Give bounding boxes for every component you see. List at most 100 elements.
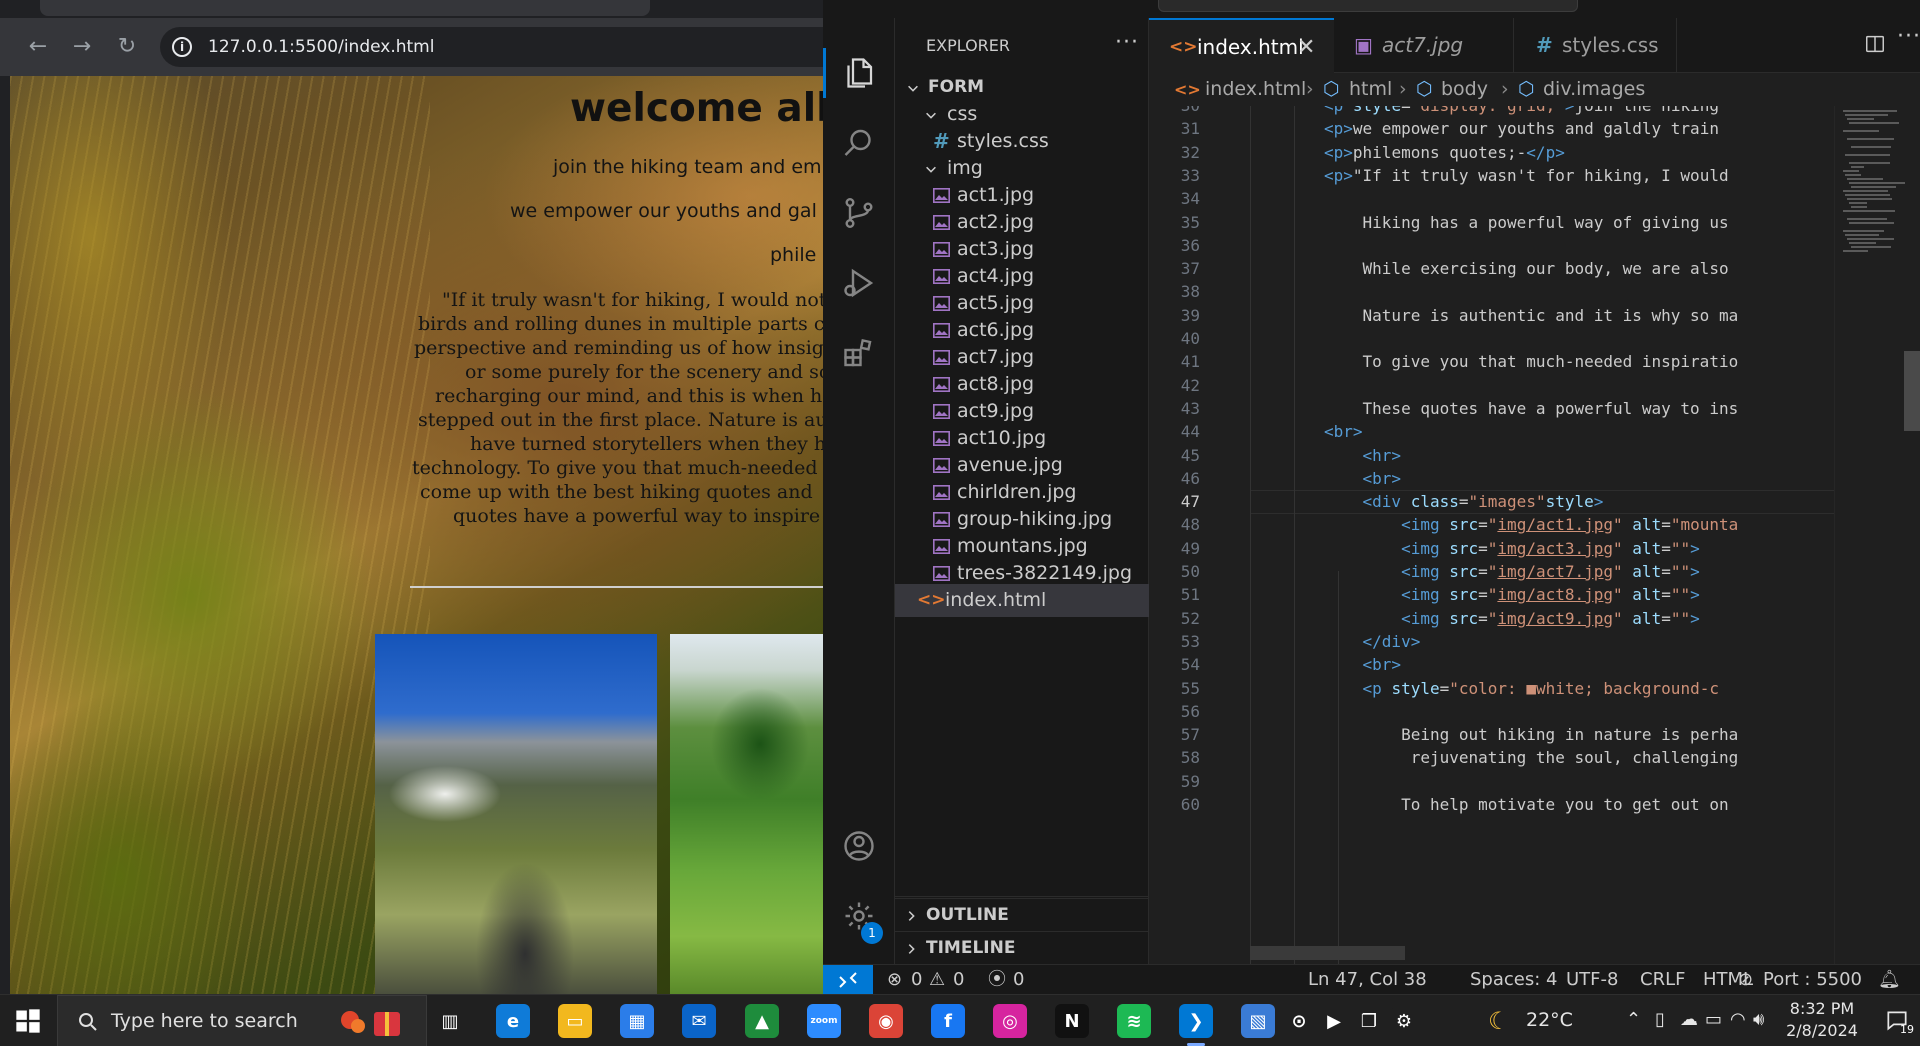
command-center[interactable]	[1158, 0, 1578, 12]
clock-time[interactable]: 8:32 PM	[1782, 999, 1862, 1018]
code-line: rejuvenating the soul, challenging	[1324, 748, 1739, 767]
image-file-icon	[933, 269, 950, 284]
address-bar[interactable]: i 127.0.0.1:5500/index.html	[160, 27, 823, 67]
file-explorer-icon[interactable]: ▭	[558, 1004, 592, 1038]
image-file-icon	[933, 404, 950, 419]
quote-line: perspective and reminding us of how insi…	[414, 337, 823, 359]
file-index-html[interactable]: <> index.html	[895, 584, 1149, 617]
more-actions-icon[interactable]: ···	[1115, 30, 1139, 55]
files-icon[interactable]: ❐	[1355, 1007, 1383, 1035]
line-number: 58	[1180, 748, 1200, 767]
breadcrumb-item[interactable]: div.images	[1543, 73, 1645, 106]
tab-styles-css[interactable]: # styles.css	[1514, 18, 1677, 73]
notification-count: 19	[1900, 1023, 1914, 1036]
facebook-icon[interactable]: f	[931, 1004, 965, 1038]
settings-gear-icon[interactable]: 1	[823, 886, 895, 946]
task-view-icon[interactable]: ▥	[433, 1004, 467, 1038]
cloud-icon[interactable]: ☁	[1680, 1009, 1698, 1030]
site-info-icon[interactable]: i	[172, 37, 192, 57]
account-icon[interactable]	[823, 816, 895, 876]
line-number: 53	[1180, 632, 1200, 651]
browser-window: ← → ↻ i 127.0.0.1:5500/index.html welcom…	[0, 0, 823, 994]
code-line: <div class="images"style>	[1362, 492, 1604, 511]
chevron-up-icon[interactable]: ⌃	[1626, 1009, 1641, 1030]
error-count[interactable]: 0	[911, 965, 922, 994]
device-icon[interactable]: ▯	[1655, 1009, 1665, 1030]
breadcrumb-item[interactable]: html	[1349, 73, 1392, 106]
more-actions-icon[interactable]: ···	[1897, 24, 1920, 49]
breadcrumb: <> index.html › ⬡ html › ⬡ body › ⬡ div.…	[1149, 73, 1920, 106]
line-number: 60	[1180, 795, 1200, 814]
speaker-icon[interactable]: 🔊︎	[1753, 1009, 1764, 1030]
reload-icon[interactable]: ↻	[112, 32, 142, 62]
close-icon[interactable]: ✕	[1297, 20, 1315, 75]
line-number: 48	[1180, 515, 1200, 534]
wifi-icon[interactable]: ◠	[1730, 1009, 1746, 1030]
mail-icon[interactable]: ✉	[682, 1004, 716, 1038]
minimap-line	[1845, 194, 1890, 196]
vscode-icon[interactable]: ❯	[1179, 1004, 1213, 1038]
minimap-line	[1843, 170, 1860, 172]
video-icon[interactable]: ▶	[1320, 1007, 1348, 1035]
minimap-line	[1847, 178, 1883, 180]
quote-line: recharging our mind, and this is when h	[435, 385, 823, 407]
spotify-icon[interactable]: ≋	[1117, 1004, 1151, 1038]
line-number: 36	[1180, 236, 1200, 255]
windows-start-icon[interactable]	[14, 1007, 42, 1035]
line-number: 57	[1180, 725, 1200, 744]
vertical-scrollbar[interactable]	[1904, 351, 1920, 431]
horizontal-scrollbar[interactable]	[1250, 946, 1405, 960]
line-number: 55	[1180, 679, 1200, 698]
instagram-icon[interactable]: ◎	[993, 1004, 1027, 1038]
taskbar-search[interactable]: Type here to search	[57, 995, 427, 1046]
warning-count[interactable]: 0	[953, 965, 964, 994]
clock-date[interactable]: 2/8/2024	[1782, 1021, 1862, 1040]
run-debug-icon[interactable]	[823, 253, 895, 313]
settings-icon[interactable]: ⚙	[1390, 1007, 1418, 1035]
notification-bell-icon[interactable]: 🔔︎	[1878, 965, 1901, 994]
tab-act7-jpg[interactable]: ▣ act7.jpg	[1334, 18, 1514, 73]
remote-button[interactable]	[823, 965, 873, 994]
outline-section[interactable]: OUTLINE	[895, 898, 1149, 931]
edge-icon[interactable]: e	[496, 1004, 530, 1038]
stock-app-icon[interactable]: ▲	[745, 1004, 779, 1038]
back-arrow-icon[interactable]: ←	[23, 32, 53, 62]
zoom-icon[interactable]: zoom	[807, 1004, 841, 1038]
tab-label: styles.css	[1562, 33, 1659, 57]
ports-count[interactable]: 0	[1013, 965, 1024, 994]
battery-icon[interactable]: ▭	[1705, 1009, 1722, 1030]
breadcrumb-item[interactable]: body	[1441, 73, 1488, 106]
microsoft-store-icon[interactable]: ▦	[620, 1004, 654, 1038]
forward-arrow-icon[interactable]: →	[67, 32, 97, 62]
line-ending[interactable]: CRLF	[1640, 965, 1685, 994]
indentation[interactable]: Spaces: 4	[1470, 965, 1557, 994]
source-control-icon[interactable]	[823, 183, 895, 243]
netflix-icon[interactable]: N	[1055, 1004, 1089, 1038]
breadcrumb-item[interactable]: index.html	[1205, 73, 1306, 106]
moon-icon[interactable]: ☾	[1488, 1007, 1510, 1035]
explorer-files-icon[interactable]	[823, 43, 895, 103]
code-line: To help motivate you to get out on	[1324, 795, 1729, 814]
chrome-icon[interactable]: ◉	[869, 1004, 903, 1038]
tab-index-html[interactable]: <> index.html ✕	[1149, 18, 1334, 73]
chevron-right-icon	[903, 932, 919, 965]
extensions-icon[interactable]	[823, 323, 895, 383]
no-entry-icon: ⊘	[1738, 969, 1754, 990]
outline-label: OUTLINE	[926, 905, 1009, 925]
weather-temperature[interactable]: 22°C	[1526, 1009, 1573, 1031]
indent-guide	[1294, 106, 1295, 964]
photos-icon[interactable]: ▧	[1241, 1004, 1275, 1038]
browser-tab[interactable]	[40, 0, 650, 16]
code-editor[interactable]: 3031323334353637383940414243444546474849…	[1149, 106, 1920, 964]
search-icon[interactable]	[823, 113, 895, 173]
minimap-line	[1845, 234, 1880, 236]
split-editor-icon[interactable]	[1864, 33, 1886, 55]
camera-icon[interactable]: ⊙	[1285, 1007, 1313, 1035]
encoding[interactable]: UTF-8	[1566, 965, 1618, 994]
timeline-section[interactable]: TIMELINE	[895, 931, 1149, 964]
line-number: 32	[1180, 143, 1200, 162]
cursor-position[interactable]: Ln 47, Col 38	[1308, 965, 1427, 994]
minimap[interactable]	[1834, 106, 1920, 964]
live-server-port[interactable]: Port : 5500	[1763, 965, 1862, 994]
minimap-line	[1849, 182, 1905, 184]
